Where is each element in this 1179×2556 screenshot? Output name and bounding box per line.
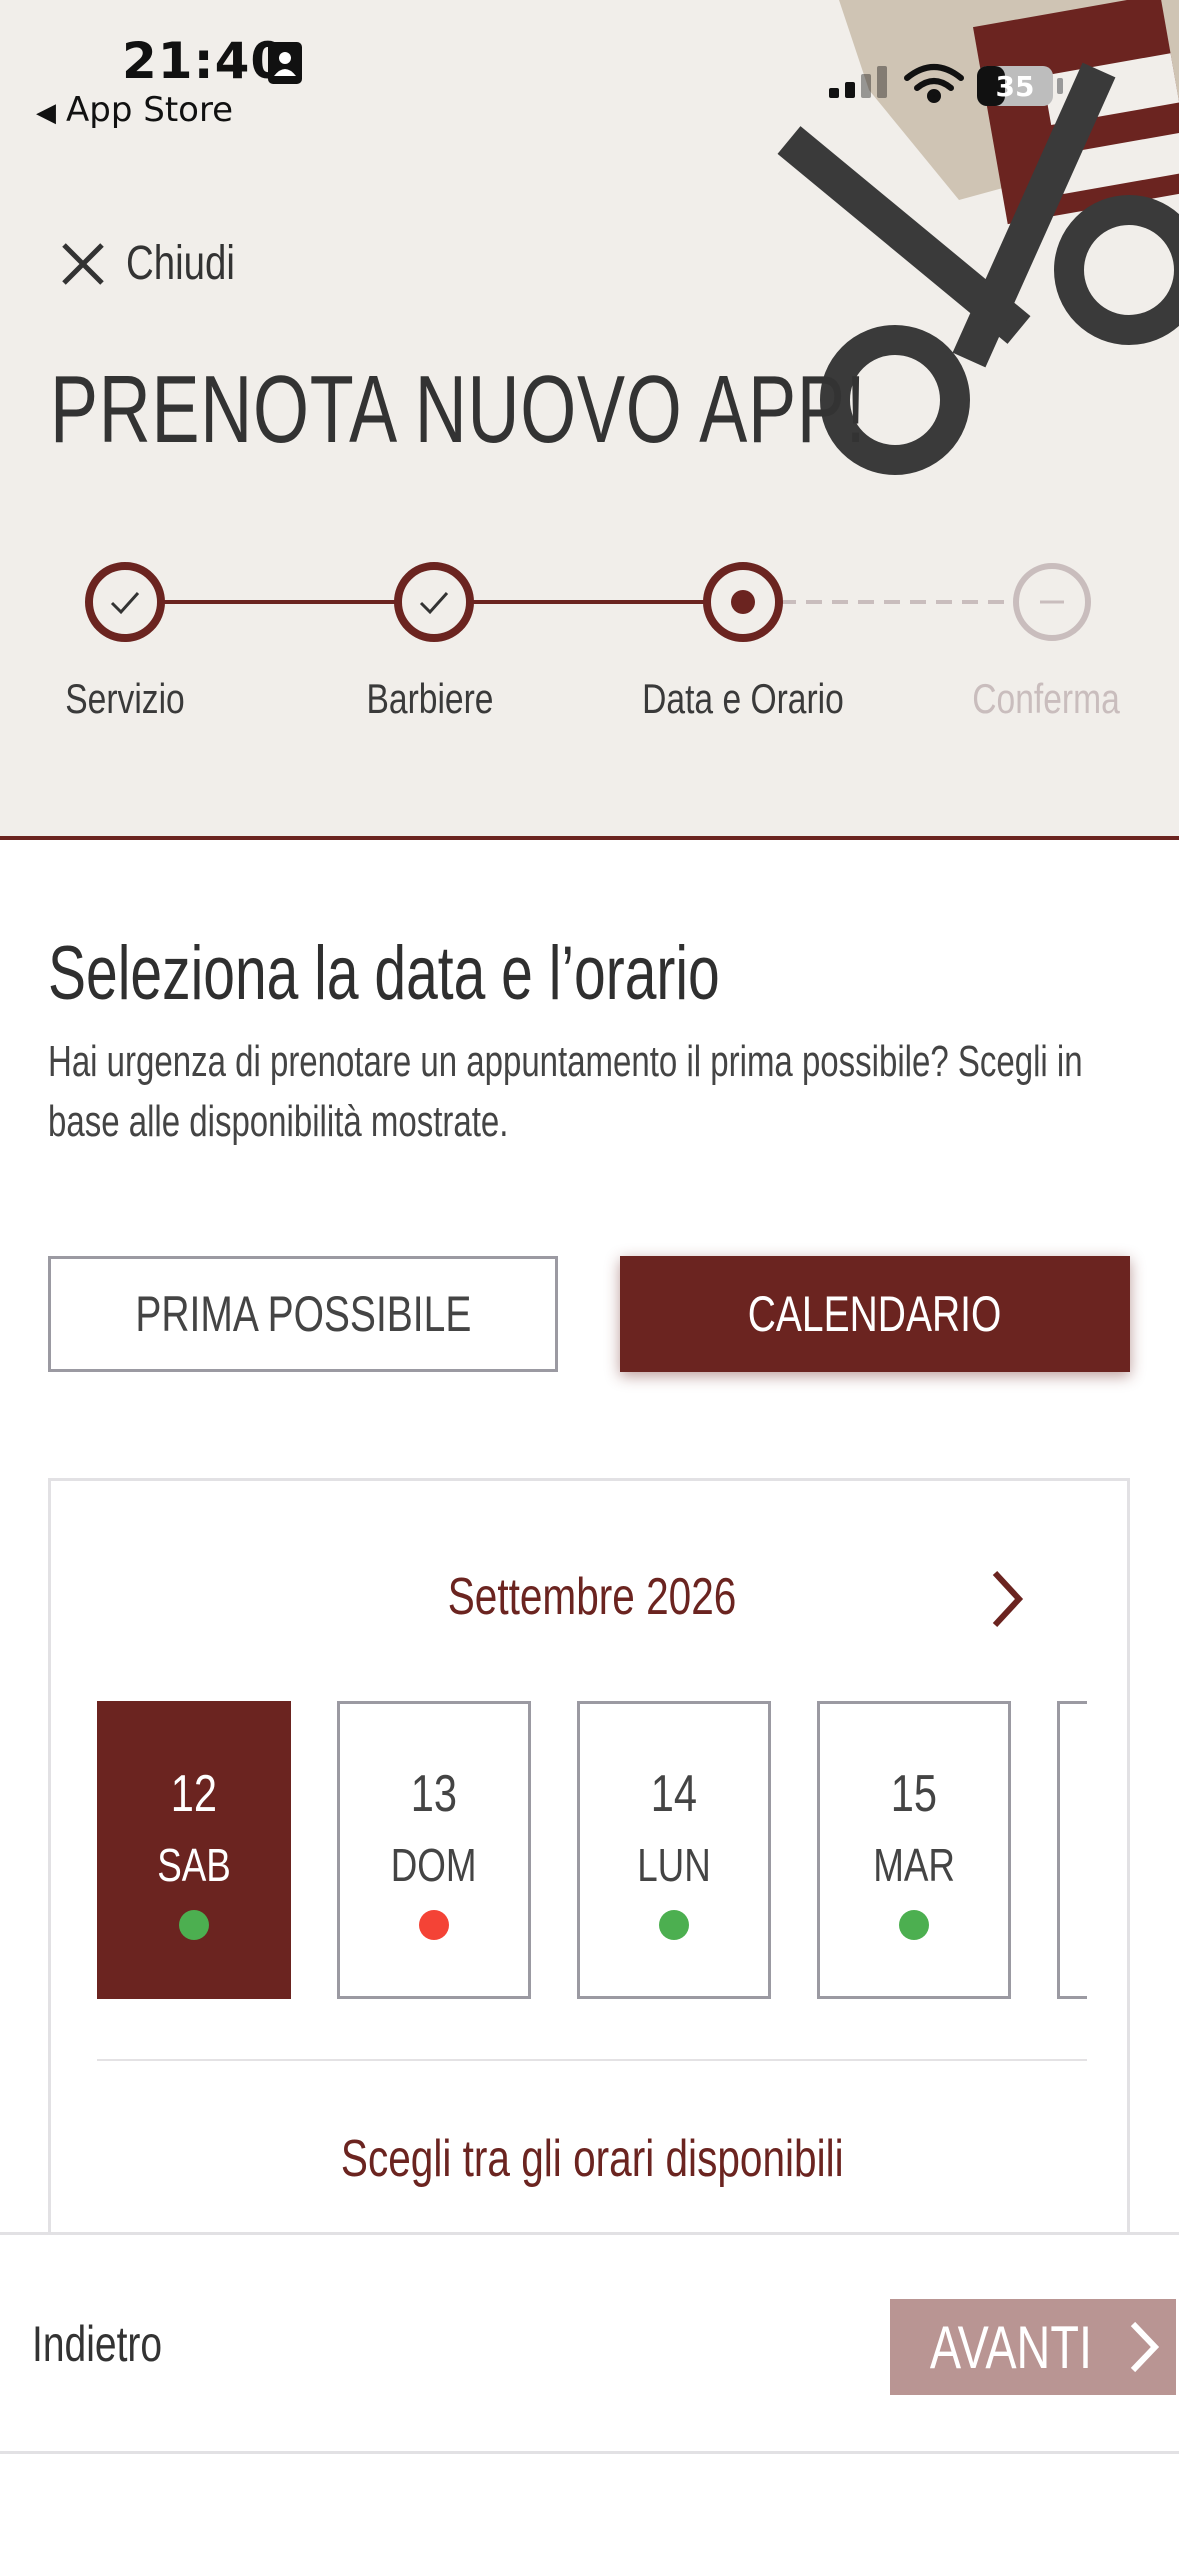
day-card-12[interactable]: 12 SAB — [97, 1701, 291, 1999]
signal-icon — [829, 66, 887, 98]
day-card-15[interactable]: 15 MAR — [817, 1701, 1011, 1999]
first-available-button[interactable]: PRIMA POSSIBILE — [48, 1256, 558, 1372]
app-store-back[interactable]: ◀ App Store — [36, 90, 233, 130]
divider — [97, 2059, 1087, 2061]
step-label-data-orario: Data e Orario — [642, 675, 844, 722]
status-time: 21:40 — [122, 32, 287, 90]
first-available-label: PRIMA POSSIBILE — [135, 1286, 471, 1342]
stepper-track — [85, 562, 1091, 642]
header: 21:40 ◀ App Store 35 Chiudi PRENOTA NUOV… — [0, 0, 1179, 840]
chevron-right-icon — [1130, 2321, 1159, 2373]
availability-dot — [179, 1910, 209, 1940]
back-triangle-icon: ◀ — [36, 98, 56, 128]
day-name: DOM — [391, 1839, 477, 1891]
battery-level: 35 — [996, 70, 1035, 103]
day-number: 13 — [410, 1765, 458, 1823]
availability-dot — [659, 1910, 689, 1940]
step-barbiere-icon — [394, 562, 474, 642]
step-data-orario-icon — [703, 562, 783, 642]
day-card-14[interactable]: 14 LUN — [577, 1701, 771, 1999]
calendar-card: Settembre 2026 12 SAB 13 DOM 14 LUN 15 M… — [48, 1478, 1130, 2238]
bottom-nav-bar: Indietro AVANTI — [0, 2232, 1179, 2454]
day-number: 14 — [650, 1765, 698, 1823]
day-number: 12 — [170, 1765, 218, 1823]
step-label-servizio: Servizio — [65, 675, 185, 722]
close-icon — [62, 242, 104, 285]
step-conferma-icon — [1013, 563, 1091, 641]
close-button[interactable]: Chiudi — [60, 236, 262, 291]
battery-icon: 35 — [977, 66, 1063, 106]
step-label-conferma: Conferma — [972, 675, 1120, 722]
section-title: Seleziona la data e l’orario — [48, 931, 720, 1016]
day-card-partial[interactable] — [1057, 1701, 1087, 1999]
back-button[interactable]: Indietro — [32, 2315, 162, 2373]
app-store-back-label: App Store — [66, 90, 234, 130]
day-card-13[interactable]: 13 DOM — [337, 1701, 531, 1999]
day-name: SAB — [157, 1839, 231, 1891]
time-slots-title: Scegli tra gli orari disponibili — [340, 2130, 844, 2188]
close-label: Chiudi — [126, 237, 235, 290]
day-name: MAR — [873, 1839, 955, 1891]
section-description: Hai urgenza di prenotare un appuntamento… — [48, 1037, 1083, 1146]
step-label-barbiere: Barbiere — [366, 675, 494, 722]
calendar-button[interactable]: CALENDARIO — [620, 1256, 1130, 1372]
availability-dot — [899, 1910, 929, 1940]
month-label: Settembre 2026 — [447, 1568, 737, 1626]
calendar-label: CALENDARIO — [748, 1286, 1002, 1342]
next-month-chevron-icon[interactable] — [989, 1569, 1025, 1629]
wifi-icon — [904, 64, 964, 103]
page-title: PRENOTA NUOVO APP! — [50, 356, 867, 463]
day-strip[interactable]: 12 SAB 13 DOM 14 LUN 15 MAR — [97, 1701, 1087, 2001]
next-button[interactable]: AVANTI — [890, 2299, 1176, 2395]
availability-dot — [419, 1910, 449, 1940]
status-icons: 35 — [829, 64, 1063, 106]
day-name: LUN — [637, 1839, 711, 1891]
step-servizio-icon — [85, 562, 165, 642]
contact-card-icon — [268, 42, 302, 84]
next-label: AVANTI — [929, 2313, 1093, 2381]
booking-stepper: Servizio Barbiere Data e Orario Conferma — [0, 560, 1179, 722]
day-number: 15 — [890, 1765, 938, 1823]
